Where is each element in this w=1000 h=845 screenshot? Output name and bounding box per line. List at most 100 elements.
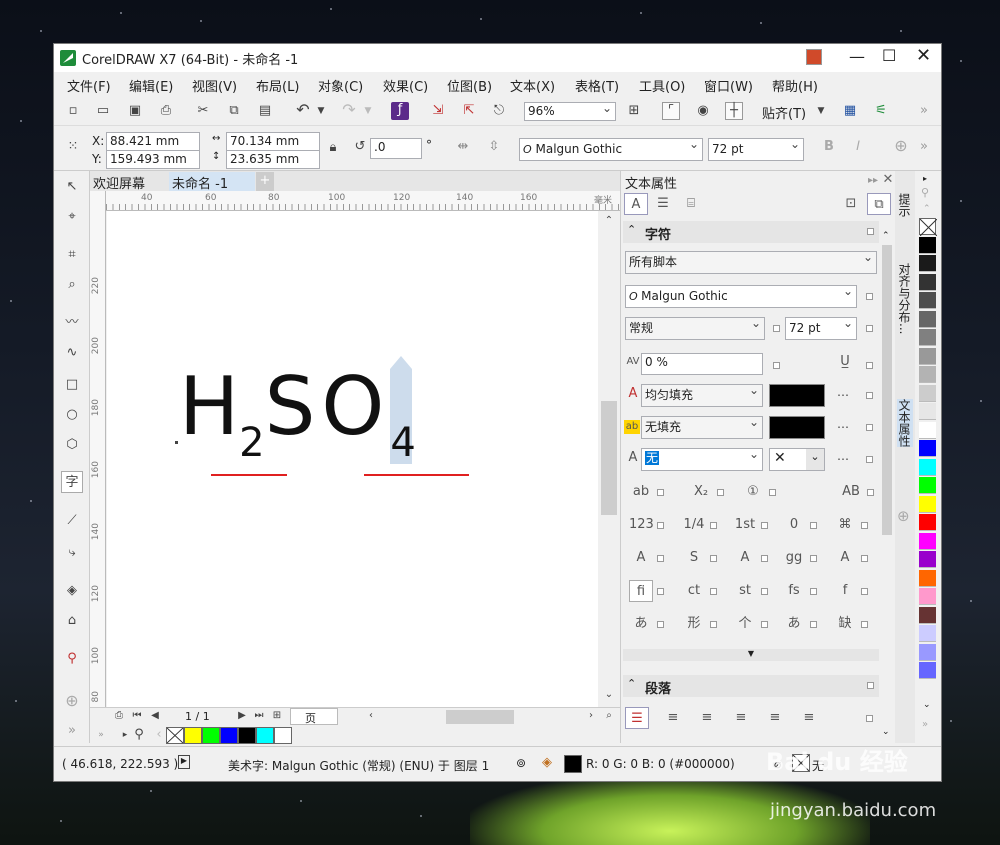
panel-scrollbar[interactable]: ⌃ ⌄ bbox=[880, 231, 894, 741]
prev-page-icon[interactable]: ◀ bbox=[146, 708, 164, 726]
glyph-pin[interactable] bbox=[810, 588, 817, 595]
swatch-black[interactable] bbox=[238, 727, 256, 744]
palette-swatch[interactable] bbox=[919, 495, 936, 513]
search-content-icon[interactable]: ƒ bbox=[391, 102, 409, 120]
glyph-button[interactable]: ct bbox=[682, 580, 706, 602]
glyph-pin[interactable] bbox=[861, 522, 868, 529]
palette-swatch[interactable] bbox=[919, 218, 938, 237]
glyph-pin[interactable] bbox=[769, 489, 776, 496]
background-color-swatch[interactable] bbox=[769, 416, 825, 439]
align-force-icon[interactable]: ≡ bbox=[797, 707, 821, 729]
swatch-green[interactable] bbox=[202, 727, 220, 744]
cut-icon[interactable]: ✂ bbox=[194, 103, 212, 121]
scroll-up-icon[interactable]: ⌃ bbox=[600, 213, 618, 231]
palette-swatch[interactable] bbox=[919, 273, 936, 291]
glyph-pin[interactable] bbox=[657, 588, 664, 595]
outline-color-select[interactable]: ✕ ⌄ bbox=[769, 448, 825, 471]
docker-tab-text-properties[interactable]: 文本属性 bbox=[897, 399, 913, 447]
palette-swatch[interactable] bbox=[919, 606, 936, 624]
glyph-pin[interactable] bbox=[867, 489, 874, 496]
panel-style-icon[interactable]: ⧉ bbox=[867, 193, 891, 215]
glyph-button[interactable]: あ bbox=[782, 613, 806, 635]
kerning-field[interactable]: 0 % bbox=[641, 353, 763, 375]
swatch-cyan[interactable] bbox=[256, 727, 274, 744]
hscroll-left-icon[interactable]: ‹ bbox=[362, 708, 380, 726]
swatch-none[interactable] bbox=[166, 727, 184, 744]
glyph-button[interactable]: A bbox=[733, 547, 757, 569]
scroll-down-icon[interactable]: ⌄ bbox=[600, 687, 618, 705]
minimize-icon[interactable]: — bbox=[849, 47, 865, 66]
glyph-button[interactable]: ab bbox=[629, 481, 653, 503]
glyph-button[interactable]: A bbox=[833, 547, 857, 569]
polygon-tool-icon[interactable]: ⬡ bbox=[63, 437, 81, 455]
y-position-field[interactable]: 159.493 mm bbox=[106, 150, 200, 169]
palette-scroll-up-icon[interactable]: ⌃ bbox=[923, 204, 931, 214]
glyph-pin[interactable] bbox=[710, 621, 717, 628]
palette-swatch[interactable] bbox=[919, 625, 936, 642]
menu-edit[interactable]: 编辑(E) bbox=[129, 76, 173, 95]
palette-swatch[interactable] bbox=[919, 532, 936, 550]
width-field[interactable]: 70.134 mm bbox=[226, 132, 320, 151]
menu-view[interactable]: 视图(V) bbox=[192, 76, 237, 95]
redo-icon[interactable]: ↷ bbox=[340, 102, 358, 120]
glyph-pin[interactable] bbox=[657, 621, 664, 628]
glyph-pin[interactable] bbox=[861, 588, 868, 595]
glyph-pin[interactable] bbox=[810, 555, 817, 562]
hscroll-thumb[interactable] bbox=[446, 710, 514, 724]
palette-scroll-down-icon[interactable]: ⌄ bbox=[923, 700, 931, 710]
menu-object[interactable]: 对象(C) bbox=[318, 76, 363, 95]
palette-swatch[interactable] bbox=[919, 662, 936, 679]
swatch-yellow[interactable] bbox=[184, 727, 202, 744]
palette-swatch[interactable] bbox=[919, 643, 936, 661]
glyph-pin[interactable] bbox=[761, 522, 768, 529]
glyph-button[interactable]: 个 bbox=[733, 613, 757, 635]
swatch-blue[interactable] bbox=[220, 727, 238, 744]
glyph-pin[interactable] bbox=[657, 555, 664, 562]
lock-ratio-icon[interactable]: 🔒︎ bbox=[324, 140, 342, 158]
outline-width-select[interactable]: 无 bbox=[641, 448, 763, 471]
align-right-icon[interactable]: ≡ bbox=[729, 707, 753, 729]
glyph-button[interactable]: X₂ bbox=[689, 481, 713, 503]
palette-up-icon[interactable]: ▸ bbox=[923, 174, 927, 183]
font-size-select[interactable]: 72 pt bbox=[708, 138, 804, 161]
new-icon[interactable]: ▫ bbox=[64, 103, 82, 121]
fill-type-select[interactable]: 均匀填充 bbox=[641, 384, 763, 407]
glyph-pin[interactable] bbox=[761, 588, 768, 595]
glyph-pin[interactable] bbox=[710, 522, 717, 529]
panel-info-icon[interactable]: ⊡ bbox=[839, 193, 863, 215]
glyph-pin[interactable] bbox=[861, 555, 868, 562]
undo-icon[interactable]: ↶ bbox=[294, 102, 312, 120]
italic-icon[interactable]: 𝐼 bbox=[849, 139, 867, 157]
navigator-icon[interactable]: ⌕ bbox=[600, 708, 618, 726]
glyph-button[interactable]: 1/4 bbox=[682, 514, 706, 536]
import-icon[interactable]: ⇲ bbox=[429, 103, 447, 121]
text-tool-icon[interactable]: 字 bbox=[61, 471, 83, 493]
export-icon[interactable]: ⇱ bbox=[460, 103, 478, 121]
palette-swatch[interactable] bbox=[919, 421, 936, 439]
property-overflow-icon[interactable]: » bbox=[915, 139, 933, 157]
new-tab-icon[interactable]: + bbox=[256, 172, 274, 191]
glyph-pin[interactable] bbox=[710, 588, 717, 595]
ellipse-tool-icon[interactable]: ○ bbox=[63, 407, 81, 425]
glyph-pin[interactable] bbox=[761, 621, 768, 628]
rectangle-tool-icon[interactable]: □ bbox=[63, 377, 81, 395]
expand-more-icon[interactable]: ▼ bbox=[623, 649, 879, 661]
user-avatar-icon[interactable] bbox=[806, 49, 822, 65]
glyph-button[interactable]: S bbox=[682, 547, 706, 569]
glyph-button[interactable]: AB bbox=[839, 481, 863, 503]
glyph-pin[interactable] bbox=[710, 555, 717, 562]
snap-to-button[interactable]: 贴齐(T) bbox=[762, 103, 806, 122]
menu-tools[interactable]: 工具(O) bbox=[639, 76, 685, 95]
status-play-icon[interactable]: ▶ bbox=[178, 755, 190, 769]
palette-swatch[interactable] bbox=[919, 384, 936, 402]
glyph-pin[interactable] bbox=[810, 522, 817, 529]
character-section-header[interactable]: ⌃ 字符 bbox=[623, 221, 879, 243]
background-more-icon[interactable]: … bbox=[837, 417, 849, 431]
glyph-button[interactable]: 123 bbox=[629, 514, 654, 536]
transparency-tool-icon[interactable]: ⌂ bbox=[63, 613, 81, 631]
palette-swatch[interactable] bbox=[919, 347, 936, 365]
palette-swatch[interactable] bbox=[919, 366, 936, 383]
open-icon[interactable]: ▭ bbox=[94, 103, 112, 121]
next-page-icon[interactable]: ▶ bbox=[233, 708, 251, 726]
eyedropper-tool-icon[interactable]: ⚲ bbox=[63, 651, 81, 669]
